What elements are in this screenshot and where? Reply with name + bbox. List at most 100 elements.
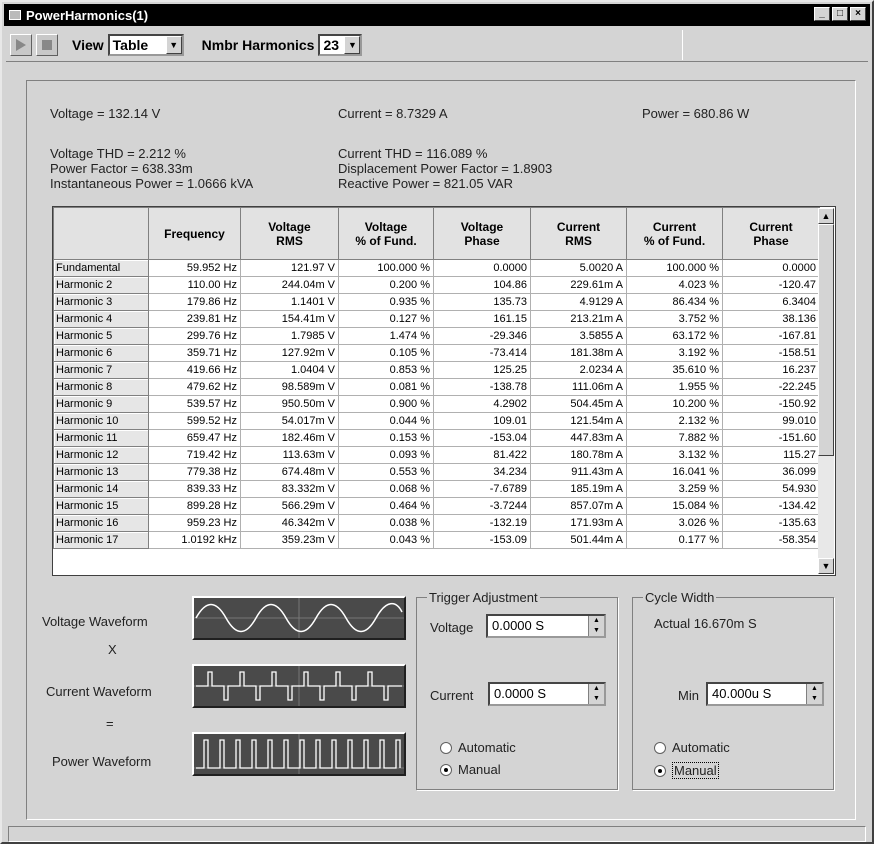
table-cell[interactable]: 3.752 % <box>626 310 723 328</box>
trigger-current-spinner[interactable]: ▲ ▼ <box>588 684 604 704</box>
spin-up-icon[interactable]: ▲ <box>807 684 822 694</box>
table-cell[interactable]: 857.07m A <box>530 497 627 515</box>
table-cell[interactable]: 0.464 % <box>338 497 434 515</box>
table-cell[interactable]: 839.33 Hz <box>148 480 241 498</box>
table-cell[interactable]: 0.200 % <box>338 276 434 294</box>
table-cell[interactable]: 950.50m V <box>240 395 339 413</box>
table-cell[interactable]: 5.0020 A <box>530 259 627 277</box>
table-cell[interactable]: 3.026 % <box>626 514 723 532</box>
table-scrollbar[interactable]: ▲ ▼ <box>818 208 834 574</box>
table-cell[interactable]: 0.105 % <box>338 344 434 362</box>
table-cell[interactable]: 1.7985 V <box>240 327 339 345</box>
table-cell[interactable]: 0.093 % <box>338 446 434 464</box>
table-cell[interactable]: 127.92m V <box>240 344 339 362</box>
table-cell[interactable]: 63.172 % <box>626 327 723 345</box>
title-bar[interactable]: PowerHarmonics(1) _ □ × <box>4 4 870 26</box>
spin-down-icon[interactable]: ▼ <box>589 694 604 704</box>
table-cell[interactable]: 3.259 % <box>626 480 723 498</box>
table-cell[interactable]: 4.2902 <box>433 395 531 413</box>
table-cell[interactable]: 213.21m A <box>530 310 627 328</box>
harmonics-select[interactable]: 23 ▼ <box>318 33 363 56</box>
table-cell[interactable]: 16.237 <box>722 361 820 379</box>
spin-down-icon[interactable]: ▼ <box>807 694 822 704</box>
scroll-thumb[interactable] <box>818 224 834 456</box>
table-cell[interactable]: 0.853 % <box>338 361 434 379</box>
row-header[interactable]: Harmonic 11 <box>53 429 149 447</box>
table-cell[interactable]: 2.0234 A <box>530 361 627 379</box>
column-header[interactable]: Current Phase <box>722 207 820 260</box>
row-header[interactable]: Harmonic 15 <box>53 497 149 515</box>
table-cell[interactable]: 0.038 % <box>338 514 434 532</box>
table-cell[interactable]: 0.0000 <box>722 259 820 277</box>
table-cell[interactable]: 100.000 % <box>626 259 723 277</box>
table-cell[interactable]: 4.9129 A <box>530 293 627 311</box>
table-cell[interactable]: 171.93m A <box>530 514 627 532</box>
table-cell[interactable]: -151.60 <box>722 429 820 447</box>
row-header[interactable]: Harmonic 13 <box>53 463 149 481</box>
view-select[interactable]: Table ▼ <box>107 33 184 56</box>
row-header[interactable]: Harmonic 8 <box>53 378 149 396</box>
minimize-button[interactable]: _ <box>814 7 830 21</box>
table-cell[interactable]: 54.930 <box>722 480 820 498</box>
table-cell[interactable]: -158.51 <box>722 344 820 362</box>
table-cell[interactable]: 0.081 % <box>338 378 434 396</box>
table-cell[interactable]: 121.97 V <box>240 259 339 277</box>
table-cell[interactable]: 10.200 % <box>626 395 723 413</box>
row-header[interactable]: Fundamental <box>53 259 149 277</box>
table-cell[interactable]: 109.01 <box>433 412 531 430</box>
table-cell[interactable]: 98.589m V <box>240 378 339 396</box>
table-cell[interactable]: 719.42 Hz <box>148 446 241 464</box>
table-cell[interactable]: 1.0192 kHz <box>148 531 241 549</box>
cycle-min-input[interactable]: 40.000u S ▲ ▼ <box>706 682 824 706</box>
table-cell[interactable]: 180.78m A <box>530 446 627 464</box>
table-cell[interactable]: 125.25 <box>433 361 531 379</box>
run-button[interactable] <box>10 33 32 56</box>
window-menu-icon[interactable] <box>9 10 21 20</box>
table-cell[interactable]: 0.553 % <box>338 463 434 481</box>
table-cell[interactable]: 479.62 Hz <box>148 378 241 396</box>
table-cell[interactable]: 7.882 % <box>626 429 723 447</box>
row-header[interactable]: Harmonic 2 <box>53 276 149 294</box>
table-cell[interactable]: 6.3404 <box>722 293 820 311</box>
table-cell[interactable]: 86.434 % <box>626 293 723 311</box>
table-cell[interactable]: 501.44m A <box>530 531 627 549</box>
table-cell[interactable]: 419.66 Hz <box>148 361 241 379</box>
table-cell[interactable]: -138.78 <box>433 378 531 396</box>
table-cell[interactable]: 566.29m V <box>240 497 339 515</box>
row-header[interactable]: Harmonic 14 <box>53 480 149 498</box>
table-cell[interactable]: 1.955 % <box>626 378 723 396</box>
trigger-manual-radio[interactable]: Manual <box>440 762 501 777</box>
table-cell[interactable]: 0.044 % <box>338 412 434 430</box>
column-header[interactable]: Current RMS <box>530 207 627 260</box>
maximize-button[interactable]: □ <box>832 7 848 21</box>
table-cell[interactable]: 539.57 Hz <box>148 395 241 413</box>
table-cell[interactable]: 359.71 Hz <box>148 344 241 362</box>
column-header[interactable]: Frequency <box>148 207 241 260</box>
table-cell[interactable]: -132.19 <box>433 514 531 532</box>
row-header[interactable]: Harmonic 16 <box>53 514 149 532</box>
table-cell[interactable]: -153.04 <box>433 429 531 447</box>
trigger-automatic-radio[interactable]: Automatic <box>440 740 516 755</box>
table-cell[interactable]: 0.900 % <box>338 395 434 413</box>
table-cell[interactable]: -120.47 <box>722 276 820 294</box>
table-cell[interactable]: 179.86 Hz <box>148 293 241 311</box>
table-cell[interactable]: 239.81 Hz <box>148 310 241 328</box>
table-cell[interactable]: 115.27 <box>722 446 820 464</box>
table-cell[interactable]: 38.136 <box>722 310 820 328</box>
table-cell[interactable]: 154.41m V <box>240 310 339 328</box>
scroll-up-button[interactable]: ▲ <box>818 208 834 224</box>
table-cell[interactable]: -3.7244 <box>433 497 531 515</box>
table-cell[interactable]: 4.023 % <box>626 276 723 294</box>
table-cell[interactable]: -167.81 <box>722 327 820 345</box>
table-cell[interactable]: 161.15 <box>433 310 531 328</box>
table-cell[interactable]: 2.132 % <box>626 412 723 430</box>
table-cell[interactable]: 779.38 Hz <box>148 463 241 481</box>
cycle-min-spinner[interactable]: ▲ ▼ <box>806 684 822 704</box>
table-cell[interactable]: -7.6789 <box>433 480 531 498</box>
chevron-down-icon[interactable]: ▼ <box>165 35 182 54</box>
table-cell[interactable]: 121.54m A <box>530 412 627 430</box>
row-header[interactable]: Harmonic 12 <box>53 446 149 464</box>
table-cell[interactable]: 0.177 % <box>626 531 723 549</box>
table-cell[interactable]: 0.127 % <box>338 310 434 328</box>
trigger-current-input[interactable]: 0.0000 S ▲ ▼ <box>488 682 606 706</box>
